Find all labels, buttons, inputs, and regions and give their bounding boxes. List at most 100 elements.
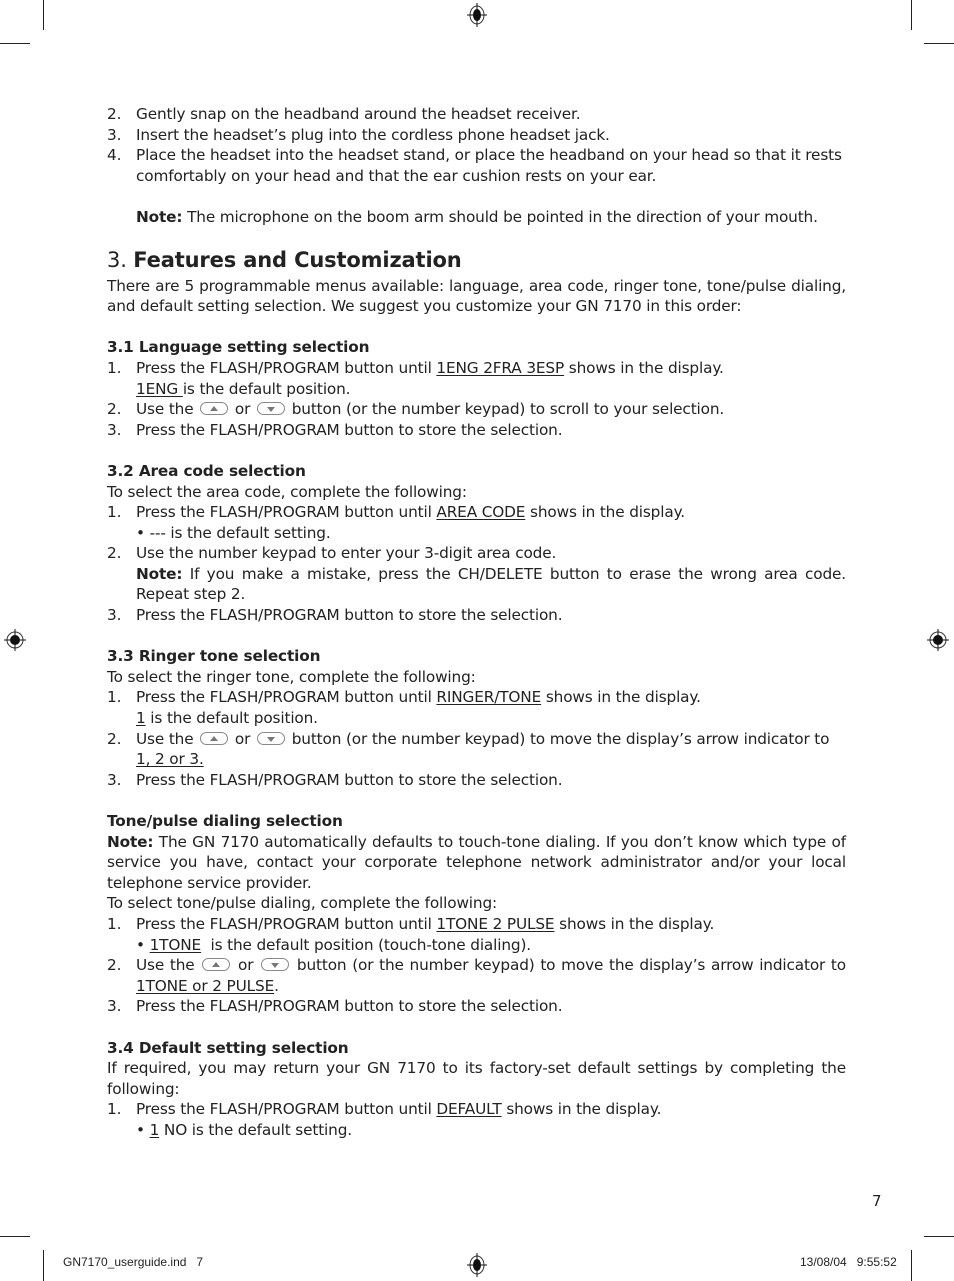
step-text: NO is the default setting. [159,1120,352,1139]
slug-timestamp: 13/08/04 9:55:52 [800,1255,897,1269]
display-text: DEFAULT [436,1100,502,1119]
list-item: 1. Press the FLASH/PROGRAM button until … [107,687,846,708]
list-number: 3. [107,420,122,439]
step-text: Press the FLASH/PROGRAM button to store … [136,997,563,1016]
up-arrow-button-icon [200,402,229,416]
list-item: 2. Gently snap on the headband around th… [107,104,846,125]
step-text: Press the FLASH/PROGRAM button until [136,688,437,707]
list-number: 1. [107,503,122,522]
list-number: 3. [107,125,122,144]
subsection-heading: 3.1 Language setting selection [107,338,370,357]
step-text: Use the [136,400,199,419]
note-text: The microphone on the boom arm should be… [182,207,818,226]
display-text: 1, 2 or 3. [136,750,204,769]
step-text: Press the FLASH/PROGRAM button to store … [136,770,563,789]
crop-mark [43,1250,44,1281]
note-text: The GN 7170 automatically defaults to to… [107,832,846,892]
list-number: 2. [107,544,122,563]
registration-mark-icon [467,3,487,27]
list-number: 1. [107,358,122,377]
subsection-heading: 3.3 Ringer tone selection [107,647,321,666]
step-text: Use the [136,729,199,748]
step-subnote: 1ENG is the default position. [107,379,846,400]
bullet: • [136,1120,150,1139]
step-text: button (or the number keypad) to scroll … [287,400,725,419]
step-text: Press the FLASH/PROGRAM button until [136,503,437,522]
step-text: button (or the number keypad) to move th… [291,956,846,975]
list-text: Gently snap on the headband around the h… [136,105,581,123]
crop-mark [43,0,44,30]
list-item: 2. Use the or button (or the number keyp… [107,955,846,996]
crop-mark [911,1250,912,1281]
step-text: is the default position (touch-tone dial… [201,935,532,954]
up-arrow-button-icon [200,731,229,745]
page-number: 7 [872,1192,882,1210]
crop-mark [924,43,954,44]
step-text: . [274,976,279,995]
list-number: 2. [107,956,122,975]
crop-mark [911,0,912,30]
list-item: 3. Press the FLASH/PROGRAM button to sto… [107,996,846,1017]
note-text: If you make a mistake, press the CH/DELE… [136,564,846,604]
note: Note: If you make a mistake, press the C… [107,564,846,605]
step-text: or [232,956,260,975]
note: Note: The GN 7170 automatically defaults… [107,832,846,894]
subsection-intro: To select tone/pulse dialing, complete t… [107,894,498,913]
section-title: Features and Customization [133,247,462,272]
list-number: 1. [107,1100,122,1119]
step-subnote: • 1TONE is the default position (touch-t… [107,935,846,956]
crop-mark [0,43,30,44]
list-number: 3. [107,770,122,789]
list-number: 3. [107,606,122,625]
subsection-heading: 3.4 Default setting selection [107,1038,349,1057]
display-text: 1TONE 2 PULSE [436,914,555,933]
section-intro: There are 5 programmable menus available… [107,276,846,316]
registration-mark-icon [467,1253,487,1277]
note-label: Note: [107,832,154,851]
note-label: Note: [136,207,183,226]
bullet: • [136,935,150,954]
subsection-intro: To select the area code, complete the fo… [107,482,467,501]
list-number: 1. [107,914,122,933]
list-number: 2. [107,105,122,123]
list-text: Insert the headset’s plug into the cordl… [136,125,610,144]
step-text: Press the FLASH/PROGRAM button to store … [136,420,563,439]
step-text: Press the FLASH/PROGRAM button until [136,914,437,933]
step-text: is the default position. [182,379,351,398]
slug-filename: GN7170_userguide.ind 7 [63,1255,204,1269]
list-item: 3. Press the FLASH/PROGRAM button to sto… [107,420,846,441]
display-text: AREA CODE [436,503,526,522]
list-number: 2. [107,729,122,748]
list-item: 1. Press the FLASH/PROGRAM button until … [107,502,846,523]
page-content: 2. Gently snap on the headband around th… [107,104,846,1141]
list-item: 3. Press the FLASH/PROGRAM button to sto… [107,605,846,626]
step-text: is the default position. [145,709,318,728]
registration-mark-icon [927,629,949,651]
list-number: 3. [107,997,122,1016]
list-item: 1. Press the FLASH/PROGRAM button until … [107,358,846,379]
list-item: 4. Place the headset into the headset st… [107,145,846,186]
note-label: Note: [136,564,183,583]
step-subnote: • 1 NO is the default setting. [107,1120,846,1141]
down-arrow-button-icon [257,731,285,745]
step-text: button (or the number keypad) to move th… [287,729,830,748]
crop-mark [0,1236,30,1237]
note: Note: The microphone on the boom arm sho… [107,207,846,228]
step-text: Press the FLASH/PROGRAM button until [136,358,437,377]
list-item: 3. Press the FLASH/PROGRAM button to sto… [107,770,846,791]
display-text: 1ENG [136,379,183,398]
list-item: 2. Use the or button (or the number keyp… [107,399,846,420]
subsection-intro: To select the ringer tone, complete the … [107,667,476,686]
step-text: or [230,400,255,419]
subsection-heading: 3.2 Area code selection [107,461,306,480]
list-item: 1. Press the FLASH/PROGRAM button until … [107,1099,846,1120]
display-text: 1TONE [149,935,202,954]
step-text: shows in the display. [554,914,715,933]
up-arrow-button-icon [202,958,231,972]
step-subnote: • --- is the default setting. [136,523,331,542]
step-text: Press the FLASH/PROGRAM button to store … [136,606,563,625]
step-subnote: 1 is the default position. [107,708,846,729]
down-arrow-button-icon [261,958,290,972]
step-text: shows in the display. [541,688,701,707]
step-text: Use the [136,956,201,975]
